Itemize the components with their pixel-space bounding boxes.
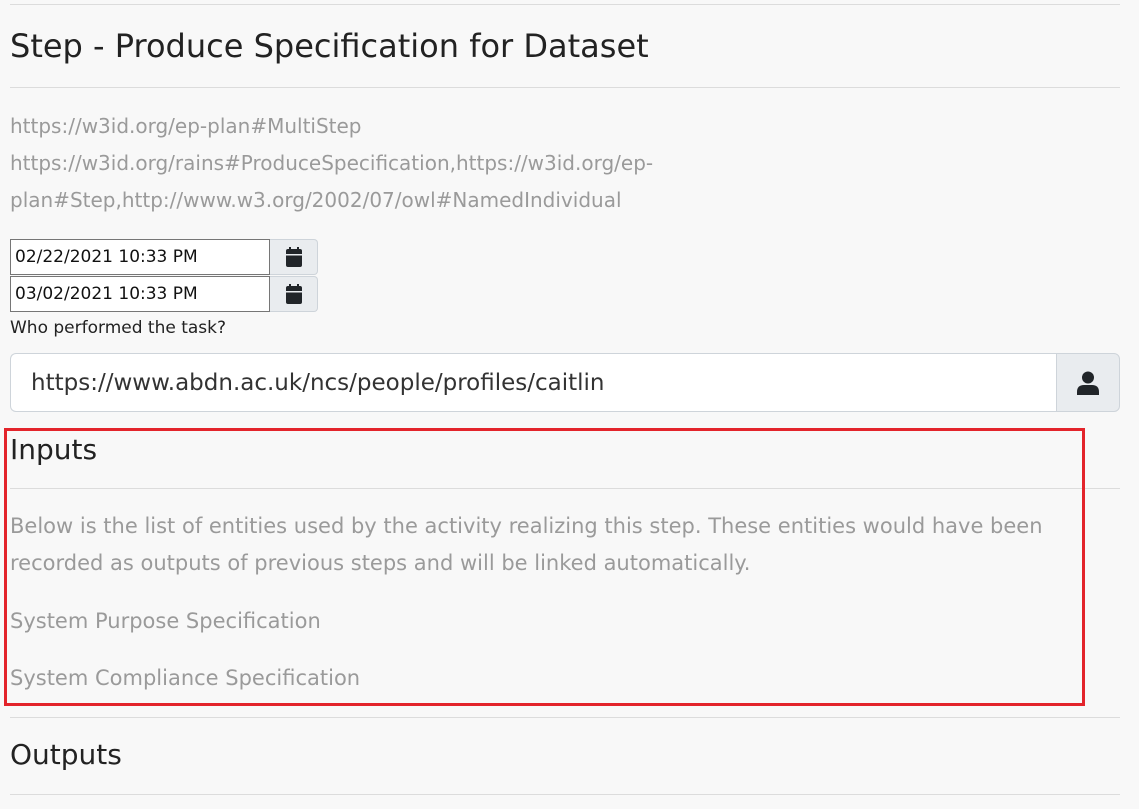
step-type-line: https://w3id.org/rains#ProduceSpecificat… xyxy=(10,151,654,175)
page-title: Step - Produce Specification for Dataset xyxy=(10,27,649,65)
outputs-heading: Outputs xyxy=(10,738,122,771)
outputs-top-divider xyxy=(10,717,1120,718)
step-type-list: https://w3id.org/ep-plan#MultiStep https… xyxy=(10,108,730,219)
agent-input[interactable] xyxy=(10,353,1056,412)
end-date-calendar-button[interactable] xyxy=(270,276,318,312)
start-date-calendar-button[interactable] xyxy=(270,239,318,275)
calendar-icon xyxy=(285,247,302,267)
inputs-divider xyxy=(10,488,1120,489)
step-page: Step - Produce Specification for Dataset… xyxy=(0,0,1139,809)
step-type-line: https://w3id.org/ep-plan#MultiStep xyxy=(10,114,362,138)
outputs-divider xyxy=(10,794,1120,795)
user-icon xyxy=(1077,371,1099,395)
input-entity-item: System Purpose Specification xyxy=(10,609,321,633)
start-date-picker xyxy=(10,239,318,275)
agent-field-group xyxy=(10,353,1120,412)
agent-label: Who performed the task? xyxy=(10,318,227,338)
select-agent-button[interactable] xyxy=(1056,353,1120,412)
end-date-picker xyxy=(10,276,318,312)
inputs-heading: Inputs xyxy=(10,433,98,466)
calendar-icon xyxy=(285,284,302,304)
title-divider xyxy=(10,87,1120,88)
start-date-input[interactable] xyxy=(10,239,270,275)
inputs-description: Below is the list of entities used by th… xyxy=(10,514,1043,575)
top-divider xyxy=(10,4,1120,5)
end-date-input[interactable] xyxy=(10,276,270,312)
step-type-line: plan#Step,http://www.w3.org/2002/07/owl#… xyxy=(10,188,622,212)
input-entity-item: System Compliance Specification xyxy=(10,666,361,690)
